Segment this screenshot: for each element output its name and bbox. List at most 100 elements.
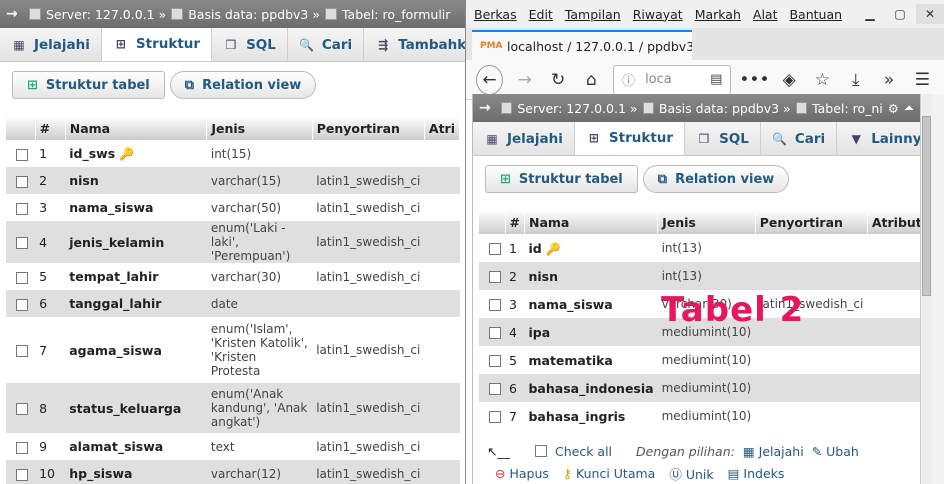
- table-row[interactable]: 2nisnint(13)T: [479, 262, 920, 290]
- row-checkbox[interactable]: [489, 411, 501, 423]
- tab-search[interactable]: 🔍 Cari: [761, 122, 838, 155]
- bookmark-star-icon[interactable]: ☆: [811, 67, 834, 93]
- col-header[interactable]: Atribut: [867, 210, 920, 234]
- reader-view-icon[interactable]: ▤: [710, 72, 722, 87]
- primary-key-button[interactable]: ⚷ Kunci Utama: [563, 466, 655, 481]
- row-checkbox[interactable]: [16, 148, 28, 161]
- table-row[interactable]: 5matematikamediumint(10)T: [479, 346, 920, 374]
- collapse-arrow-icon[interactable]: →: [479, 100, 496, 116]
- row-checkbox[interactable]: [16, 202, 28, 215]
- reload-icon[interactable]: ↻: [546, 67, 569, 93]
- column-name[interactable]: agama_siswa: [65, 317, 207, 383]
- collapse-arrow-icon[interactable]: →: [6, 6, 24, 22]
- relation-view-button[interactable]: ⧉ Relation view: [169, 71, 317, 99]
- column-name[interactable]: nisn: [524, 262, 658, 290]
- row-checkbox[interactable]: [16, 403, 28, 415]
- col-header[interactable]: Jenis: [657, 210, 756, 234]
- row-checkbox[interactable]: [16, 271, 28, 284]
- column-name[interactable]: bahasa_ingris: [524, 402, 658, 430]
- menu-item[interactable]: Riwayat: [633, 7, 683, 22]
- settings-gear-icon[interactable]: ⚙: [888, 101, 899, 116]
- breadcrumb-server[interactable]: Server: 127.0.0.1 »: [517, 101, 637, 116]
- table-row[interactable]: 6 tanggal_lahir date: [6, 290, 460, 317]
- more-actions-icon[interactable]: •••: [739, 67, 769, 93]
- unique-button[interactable]: Ⓤ Unik: [669, 464, 713, 483]
- row-checkbox[interactable]: [489, 299, 501, 311]
- row-checkbox[interactable]: [16, 441, 28, 454]
- column-name[interactable]: hp_siswa: [65, 460, 207, 484]
- row-checkbox[interactable]: [489, 355, 501, 367]
- scrollbar-thumb[interactable]: [922, 116, 931, 296]
- table-row[interactable]: 7 agama_siswa enum('Islam', 'Kristen Katol…: [6, 317, 460, 383]
- url-bar[interactable]: ⓘ loca ▤: [613, 64, 732, 95]
- col-header[interactable]: #: [505, 210, 525, 234]
- row-checkbox[interactable]: [16, 175, 28, 188]
- column-name[interactable]: matematika: [524, 346, 658, 374]
- menu-item[interactable]: Tampilan: [565, 7, 621, 22]
- pocket-icon[interactable]: ◈: [777, 67, 800, 93]
- table-row[interactable]: 3 nama_siswa varchar(50) latin1_swedish_ci: [6, 194, 460, 221]
- col-header[interactable]: #: [35, 116, 66, 140]
- row-checkbox[interactable]: [489, 327, 501, 339]
- table-row[interactable]: 1id🔑int(13)T: [479, 234, 920, 262]
- table-row[interactable]: 2 nisn varchar(15) latin1_swedish_ci: [6, 167, 460, 194]
- tab-sql[interactable]: ❒ SQL: [685, 122, 761, 155]
- row-checkbox[interactable]: [16, 237, 28, 249]
- table-row[interactable]: 6bahasa_indonesiamediumint(10)T: [479, 374, 920, 402]
- col-header[interactable]: Jenis: [206, 116, 313, 140]
- tab-more[interactable]: ▼ Lainnya: [837, 122, 920, 155]
- maximize-icon[interactable]: ▢: [886, 4, 914, 24]
- breadcrumb-table[interactable]: Tabel: ro_formulir: [342, 7, 450, 22]
- table-row[interactable]: 10 hp_siswa varchar(12) latin1_swedish_ci: [6, 460, 460, 484]
- col-header[interactable]: Penyortiran: [312, 116, 425, 140]
- row-checkbox[interactable]: [489, 271, 501, 283]
- menu-item[interactable]: Markah: [695, 7, 741, 22]
- column-name[interactable]: id 🔑: [524, 234, 658, 262]
- table-row[interactable]: 4 jenis_kelamin enum('Laki - laki', 'Perem…: [6, 221, 460, 263]
- tab-search[interactable]: 🔍 Cari: [288, 28, 365, 61]
- column-name[interactable]: nama_siswa: [524, 290, 658, 318]
- check-all-label[interactable]: Check all: [555, 444, 612, 459]
- minimize-icon[interactable]: ▁: [856, 4, 884, 24]
- change-selected-button[interactable]: ✎ Ubah: [812, 444, 859, 459]
- home-icon[interactable]: ⌂: [580, 67, 603, 93]
- column-name[interactable]: tempat_lahir: [65, 263, 207, 290]
- breadcrumb-server[interactable]: Server: 127.0.0.1 »: [46, 7, 166, 22]
- col-header[interactable]: Nama: [65, 116, 208, 140]
- col-header[interactable]: Atri: [424, 116, 461, 140]
- menu-item[interactable]: Bantuan: [789, 7, 842, 22]
- column-name[interactable]: status_keluarga: [65, 383, 207, 433]
- index-button[interactable]: ▤ Indeks: [728, 466, 785, 481]
- tab-structure[interactable]: ⊞ Struktur: [101, 28, 213, 61]
- table-row[interactable]: 7bahasa_ingrismediumint(10)T: [479, 402, 920, 430]
- breadcrumb-table[interactable]: Tabel: ro_ni: [812, 101, 883, 116]
- page-scrollbar[interactable]: [920, 94, 932, 484]
- table-row[interactable]: 1 id_sws 🔑 int(15): [6, 140, 460, 167]
- check-all-checkbox[interactable]: [535, 445, 547, 457]
- relation-view-button[interactable]: ⧉ Relation view: [642, 165, 790, 193]
- breadcrumb-database[interactable]: Basis data: ppdbv3 »: [659, 101, 791, 116]
- menu-item[interactable]: Alat: [753, 7, 778, 22]
- back-icon[interactable]: ←: [476, 64, 504, 95]
- close-icon[interactable]: ✕: [916, 4, 944, 24]
- col-header[interactable]: Nama: [524, 210, 659, 234]
- tab-structure[interactable]: ⊞ Struktur: [574, 122, 686, 155]
- column-name[interactable]: nisn: [65, 167, 207, 194]
- column-name[interactable]: ipa: [524, 318, 658, 346]
- tab-browse[interactable]: ▦ Jelajahi: [473, 122, 575, 155]
- row-checkbox[interactable]: [489, 243, 501, 255]
- column-name[interactable]: id_sws 🔑: [65, 140, 207, 167]
- table-structure-button[interactable]: ⊞ Struktur tabel: [12, 71, 165, 99]
- collapse-icon[interactable]: ⏶: [904, 100, 914, 116]
- row-checkbox[interactable]: [16, 298, 28, 311]
- menu-item[interactable]: Edit: [529, 7, 553, 22]
- col-header[interactable]: Penyortiran: [755, 210, 868, 234]
- tab-sql[interactable]: ❒ SQL: [212, 28, 288, 61]
- menu-item[interactable]: Berkas: [474, 7, 517, 22]
- column-name[interactable]: jenis_kelamin: [65, 221, 207, 263]
- row-checkbox[interactable]: [16, 345, 28, 357]
- table-row[interactable]: 5 tempat_lahir varchar(30) latin1_swedish_c…: [6, 263, 460, 290]
- column-name[interactable]: alamat_siswa: [65, 433, 207, 460]
- column-name[interactable]: bahasa_indonesia: [524, 374, 658, 402]
- drop-selected-button[interactable]: ⊖ Hapus: [495, 466, 549, 481]
